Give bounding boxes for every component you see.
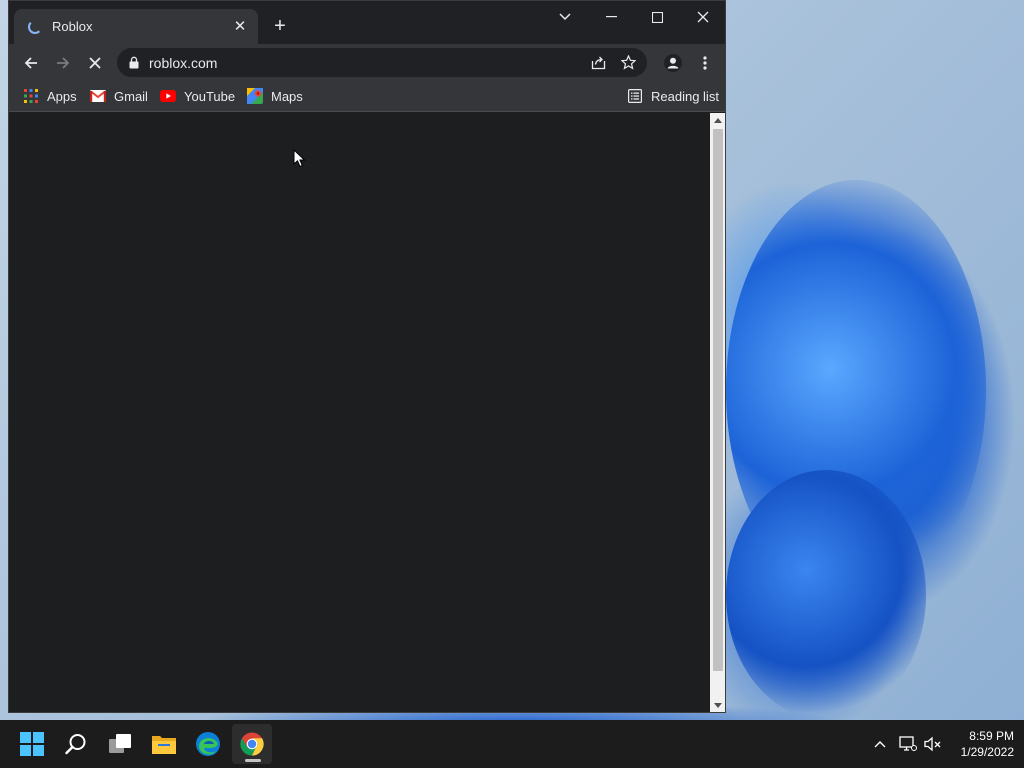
youtube-icon xyxy=(160,88,176,104)
avatar-icon xyxy=(664,54,682,72)
task-view-button[interactable] xyxy=(100,724,140,764)
title-bar: Roblox ✕ + xyxy=(9,1,725,44)
close-icon xyxy=(697,11,709,23)
windows-logo-icon xyxy=(20,732,44,756)
reading-list-label: Reading list xyxy=(651,88,719,104)
bookmark-label: Gmail xyxy=(114,88,148,104)
arrow-right-icon xyxy=(57,57,70,69)
maximize-button[interactable] xyxy=(635,4,679,30)
share-icon xyxy=(591,56,605,70)
edge-browser-button[interactable] xyxy=(188,724,228,764)
volume-button[interactable] xyxy=(923,734,943,754)
bookmarks-bar: Apps Gmail YouTube Maps Reading list xyxy=(9,80,725,112)
system-clock[interactable]: 8:59 PM 1/29/2022 xyxy=(946,728,1014,760)
clock-date: 1/29/2022 xyxy=(960,745,1014,759)
scroll-thumb[interactable] xyxy=(713,129,723,671)
start-button[interactable] xyxy=(12,724,52,764)
maximize-icon xyxy=(651,11,663,23)
folder-icon xyxy=(152,736,176,754)
browser-window: Roblox ✕ + roblox.com Apps Gmail YouTube… xyxy=(8,0,726,713)
vertical-scrollbar[interactable] xyxy=(710,113,725,712)
chevron-up-icon xyxy=(874,741,886,748)
bookmark-star-button[interactable] xyxy=(615,50,641,76)
active-app-indicator xyxy=(245,759,261,762)
bookmark-apps[interactable]: Apps xyxy=(23,86,77,106)
tab-search-button[interactable] xyxy=(543,4,587,30)
network-icon xyxy=(899,736,917,751)
tab-close-icon[interactable]: ✕ xyxy=(230,17,250,37)
volume-muted-icon xyxy=(924,736,941,752)
forward-button[interactable] xyxy=(49,49,77,77)
gmail-icon xyxy=(90,88,106,104)
lock-icon[interactable] xyxy=(129,56,139,69)
navigation-toolbar: roblox.com xyxy=(9,44,725,80)
reading-list-icon xyxy=(627,88,643,104)
chrome-browser-button[interactable] xyxy=(232,724,272,764)
stop-loading-button[interactable] xyxy=(81,49,109,77)
mouse-cursor-icon xyxy=(293,149,306,168)
close-icon xyxy=(89,57,101,69)
arrow-left-icon xyxy=(24,57,37,69)
bookmark-youtube[interactable]: YouTube xyxy=(160,86,235,106)
tab-title: Roblox xyxy=(52,19,93,34)
star-icon xyxy=(620,55,636,70)
close-window-button[interactable] xyxy=(681,4,725,30)
apps-grid-icon xyxy=(23,88,39,104)
bookmark-label: Apps xyxy=(47,88,77,104)
file-explorer-button[interactable] xyxy=(144,724,184,764)
profile-button[interactable] xyxy=(659,49,687,77)
more-vertical-icon xyxy=(703,56,707,70)
network-status-button[interactable] xyxy=(898,734,918,754)
bookmark-label: Maps xyxy=(271,88,303,104)
reading-list-button[interactable]: Reading list xyxy=(627,86,719,106)
task-view-icon xyxy=(109,734,131,753)
minimize-button[interactable] xyxy=(589,4,633,30)
address-bar[interactable]: roblox.com xyxy=(117,48,647,77)
chrome-icon xyxy=(240,732,264,756)
new-tab-button[interactable]: + xyxy=(269,15,291,37)
search-button[interactable] xyxy=(56,724,96,764)
share-button[interactable] xyxy=(585,50,611,76)
tab-roblox[interactable]: Roblox ✕ xyxy=(14,9,258,44)
show-hidden-icons-button[interactable] xyxy=(870,734,890,754)
bookmark-maps[interactable]: Maps xyxy=(247,86,303,106)
chevron-down-icon xyxy=(559,13,571,21)
page-content[interactable] xyxy=(9,113,710,712)
edge-icon xyxy=(196,732,220,756)
bookmark-gmail[interactable]: Gmail xyxy=(90,86,148,106)
scroll-up-arrow-icon[interactable] xyxy=(714,118,722,123)
search-icon xyxy=(65,734,86,755)
maps-icon xyxy=(247,88,263,104)
bookmark-label: YouTube xyxy=(184,88,236,104)
loading-spinner-icon xyxy=(28,19,42,34)
url-text[interactable]: roblox.com xyxy=(149,55,585,71)
minimize-icon xyxy=(605,16,617,18)
menu-button[interactable] xyxy=(691,49,719,77)
clock-time: 8:59 PM xyxy=(969,729,1014,743)
scroll-down-arrow-icon[interactable] xyxy=(714,703,722,708)
wallpaper-bloom xyxy=(726,470,926,720)
back-button[interactable] xyxy=(17,49,45,77)
